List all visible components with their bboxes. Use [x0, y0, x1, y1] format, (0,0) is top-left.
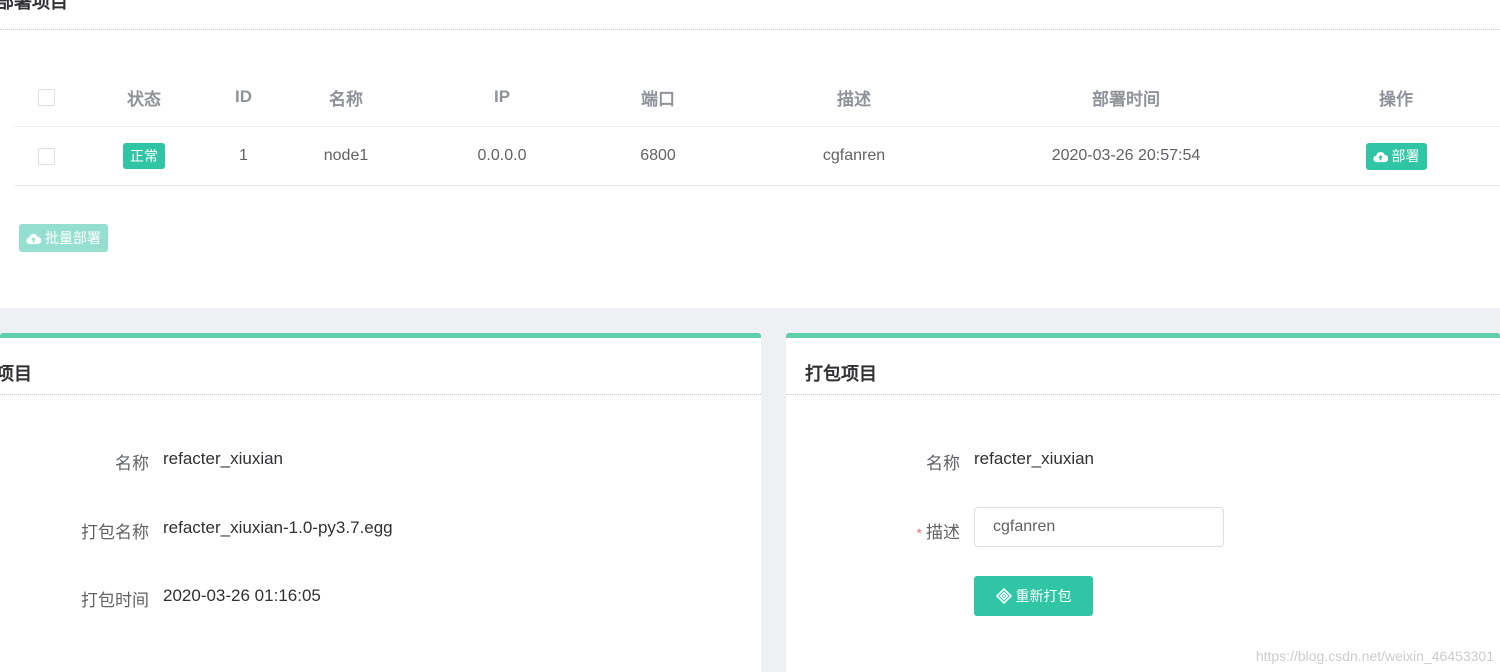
status-badge: 正常	[123, 143, 165, 169]
nodes-table: 状态 ID 名称 IP 端口 描述 部署时间 操作 正常 1 node1 0.0…	[14, 68, 1500, 186]
header-ip: IP	[493, 87, 511, 106]
header-checkbox-cell	[36, 68, 56, 126]
select-all-checkbox[interactable]	[37, 88, 55, 106]
name-value: refacter_xiuxian	[974, 449, 1095, 468]
description-cell: cgfanren	[822, 147, 886, 164]
name-value: refacter_xiuxian	[163, 449, 284, 468]
cloud-upload-icon	[26, 233, 41, 244]
description-input[interactable]	[974, 507, 1224, 547]
required-mark: *	[916, 525, 922, 541]
header-actions: 操作	[1379, 89, 1413, 109]
table-header-row: 状态 ID 名称 IP 端口 描述 部署时间 操作	[14, 68, 1500, 127]
actions-cell: 部署	[1326, 127, 1466, 185]
name-cell: node1	[323, 147, 369, 164]
package-name-value: refacter_xiuxian-1.0-py3.7.egg	[163, 518, 393, 537]
divider	[0, 394, 761, 395]
repack-button-label: 重新打包	[1015, 588, 1072, 604]
card-title: 项目	[0, 364, 32, 384]
description-label: 描述	[926, 523, 960, 542]
batch-deploy-label: 批量部署	[45, 230, 101, 246]
table-row: 正常 1 node1 0.0.0.0 6800 cgfanren 2020-03…	[14, 127, 1500, 186]
batch-deploy-button[interactable]: 批量部署	[19, 224, 108, 252]
package-name-label: 打包名称	[81, 523, 149, 542]
port-cell: 6800	[640, 147, 676, 164]
deploy-panel-title: 部署项目	[0, 0, 68, 12]
header-description: 描述	[837, 89, 871, 109]
divider	[0, 29, 1500, 30]
cloud-upload-icon	[1372, 151, 1388, 162]
header-port: 端口	[641, 89, 675, 109]
id-cell: 1	[239, 147, 248, 164]
deploy-button-label: 部署	[1391, 148, 1420, 164]
package-time-label: 打包时间	[81, 591, 149, 610]
card-title: 打包项目	[805, 364, 877, 384]
repack-button[interactable]: 重新打包	[974, 576, 1093, 616]
row-checkbox-cell	[36, 127, 56, 185]
name-label: 名称	[115, 454, 149, 473]
deploy-button[interactable]: 部署	[1365, 142, 1427, 170]
deploy-time-cell: 2020-03-26 20:57:54	[1051, 147, 1201, 164]
package-project-card: 打包项目 名称 refacter_xiuxian *描述 重新打包	[786, 333, 1500, 672]
package-time-value: 2020-03-26 01:16:05	[163, 586, 321, 605]
project-info-card: 项目 名称 refacter_xiuxian 打包名称 refacter_xiu…	[0, 333, 761, 672]
build-icon	[995, 588, 1012, 604]
deploy-panel: 部署项目 状态 ID 名称 IP 端口 描述 部署时间 操作 正常 1 node…	[0, 0, 1500, 308]
status-cell: 正常	[94, 127, 194, 185]
description-label-wrap: * 描述	[886, 518, 960, 543]
ip-cell: 0.0.0.0	[477, 147, 527, 164]
header-status: 状态	[127, 89, 161, 109]
divider	[786, 394, 1500, 395]
header-name: 名称	[329, 89, 363, 109]
name-label: 名称	[926, 454, 960, 473]
watermark: https://blog.csdn.net/weixin_46453301	[1255, 648, 1494, 664]
row-checkbox[interactable]	[37, 147, 55, 165]
header-deploy-time: 部署时间	[1092, 89, 1160, 109]
header-id: ID	[235, 87, 252, 106]
